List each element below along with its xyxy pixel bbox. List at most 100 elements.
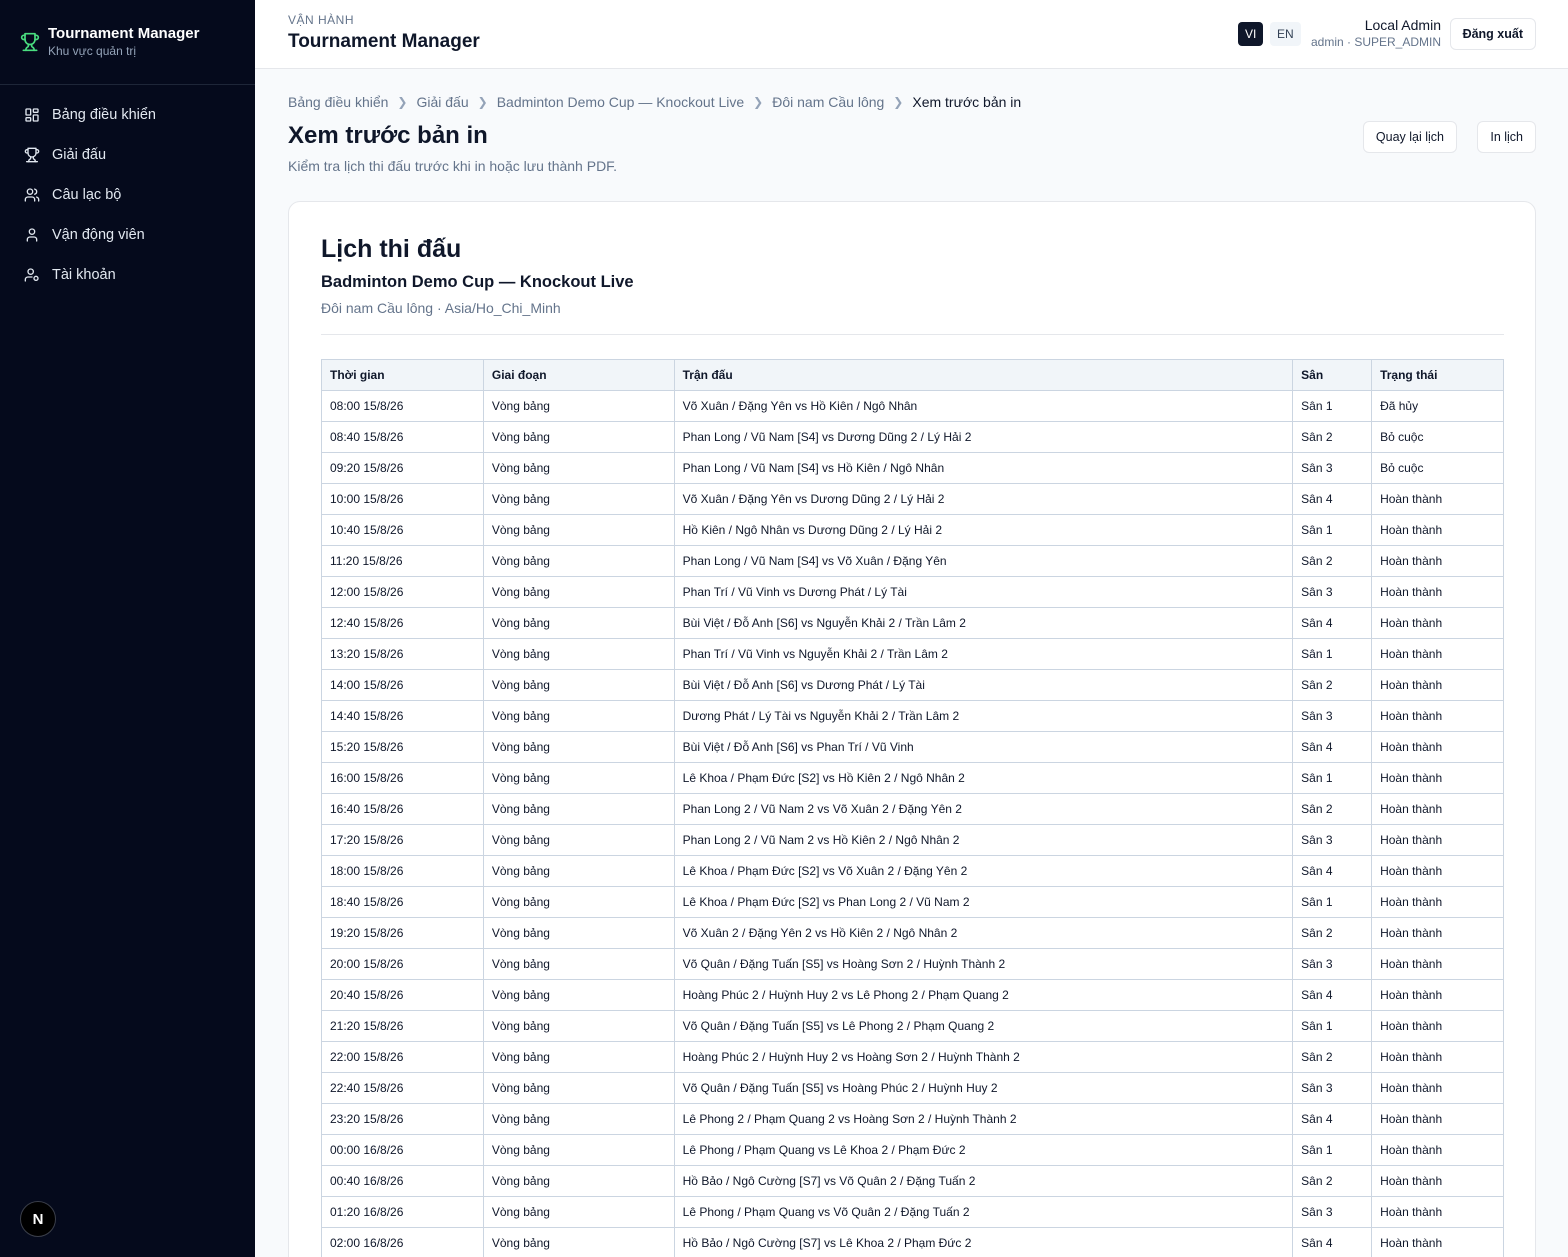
print-schedule-button[interactable]: In lịch (1477, 121, 1536, 153)
breadcrumb-event[interactable]: Đôi nam Cầu lông (772, 94, 884, 110)
cell-time: 20:00 15/8/26 (321, 948, 484, 980)
breadcrumb-dashboard[interactable]: Bảng điều khiển (288, 94, 388, 110)
column-header-time: Thời gian (321, 359, 484, 391)
sidebar-item-athletes[interactable]: Vận động viên (0, 215, 255, 255)
cell-court: Sân 1 (1292, 1134, 1373, 1166)
cell-time: 12:00 15/8/26 (321, 576, 484, 608)
breadcrumb-tournament[interactable]: Badminton Demo Cup — Knockout Live (497, 94, 744, 110)
cell-court: Sân 1 (1292, 762, 1373, 794)
cell-court: Sân 3 (1292, 1072, 1373, 1104)
breadcrumb-tournaments[interactable]: Giải đấu (416, 94, 468, 110)
cell-stage: Vòng bảng (482, 514, 675, 546)
cell-court: Sân 3 (1292, 824, 1373, 856)
cell-status: Hoàn thành (1371, 1010, 1504, 1042)
cell-status: Đã hủy (1371, 390, 1504, 422)
lang-en-button[interactable]: EN (1270, 22, 1301, 46)
cell-match: Phan Long 2 / Vũ Nam 2 vs Võ Xuân 2 / Đặ… (673, 793, 1294, 825)
chevron-right-icon: ❯ (753, 95, 764, 109)
cell-court: Sân 4 (1292, 979, 1373, 1011)
cell-match: Phan Trí / Vũ Vinh vs Dương Phát / Lý Tà… (673, 576, 1294, 608)
cell-status: Hoàn thành (1371, 1072, 1504, 1104)
table-row: 12:00 15/8/26 Vòng bảng Phan Trí / Vũ Vinh… (321, 576, 1504, 608)
cell-status: Hoàn thành (1371, 886, 1504, 918)
cell-match: Hoàng Phúc 2 / Huỳnh Huy 2 vs Hoàng Sơn … (673, 1041, 1294, 1073)
schedule-table: Thời gian Giai đoạn Trận đấu Sân Trạng t… (321, 359, 1504, 1257)
table-row: 20:00 15/8/26 Vòng bảng Võ Quân / Đặng Tuấ… (321, 948, 1504, 980)
table-row: 02:00 16/8/26 Vòng bảng Hồ Bảo / Ngô Cường… (321, 1227, 1504, 1257)
sidebar-item-accounts[interactable]: Tài khoản (0, 255, 255, 295)
cell-time: 17:20 15/8/26 (321, 824, 484, 856)
table-row: 21:20 15/8/26 Vòng bảng Võ Quân / Đặng Tuấ… (321, 1010, 1504, 1042)
cell-stage: Vòng bảng (482, 1165, 675, 1197)
sidebar-item-dashboard[interactable]: Bảng điều khiển (0, 95, 255, 135)
cell-stage: Vòng bảng (482, 824, 675, 856)
cell-court: Sân 2 (1292, 545, 1373, 577)
cell-time: 18:00 15/8/26 (321, 855, 484, 887)
cell-stage: Vòng bảng (482, 979, 675, 1011)
header-eyebrow: VẬN HÀNH (288, 13, 355, 27)
cell-stage: Vòng bảng (482, 948, 675, 980)
cell-court: Sân 4 (1292, 1103, 1373, 1135)
cell-match: Võ Xuân / Đặng Yên vs Hồ Kiên / Ngô Nhân (673, 390, 1294, 422)
cell-status: Hoàn thành (1371, 669, 1504, 701)
table-row: 14:00 15/8/26 Vòng bảng Bùi Việt / Đỗ Anh … (321, 669, 1504, 701)
cell-stage: Vòng bảng (482, 545, 675, 577)
cell-match: Hồ Bảo / Ngô Cường [S7] vs Võ Quân 2 / Đ… (673, 1165, 1294, 1197)
trophy-icon (24, 147, 40, 163)
cell-stage: Vòng bảng (482, 390, 675, 422)
trophy-icon (20, 32, 40, 52)
cell-stage: Vòng bảng (482, 607, 675, 639)
cell-match: Phan Long / Vũ Nam [S4] vs Võ Xuân / Đặn… (673, 545, 1294, 577)
cell-status: Hoàn thành (1371, 1196, 1504, 1228)
cell-status: Hoàn thành (1371, 1041, 1504, 1073)
cell-stage: Vòng bảng (482, 700, 675, 732)
column-header-court: Sân (1292, 359, 1373, 391)
cell-status: Hoàn thành (1371, 576, 1504, 608)
sidebar-nav: Bảng điều khiển Giải đấu Câu lạc bộ Vận … (0, 85, 255, 295)
cell-time: 12:40 15/8/26 (321, 607, 484, 639)
user-info: Local Admin admin · SUPER_ADMIN (1311, 17, 1441, 49)
sidebar-item-label: Giải đấu (52, 147, 107, 163)
user-role: admin · SUPER_ADMIN (1310, 35, 1441, 49)
column-header-stage: Giai đoạn (482, 359, 675, 391)
page-title: Xem trước bản in (288, 122, 488, 149)
cell-time: 22:40 15/8/26 (321, 1072, 484, 1104)
cell-time: 14:00 15/8/26 (321, 669, 484, 701)
table-row: 16:40 15/8/26 Vòng bảng Phan Long 2 / Vũ N… (321, 793, 1504, 825)
table-row: 22:00 15/8/26 Vòng bảng Hoàng Phúc 2 / Huỳ… (321, 1041, 1504, 1073)
cell-stage: Vòng bảng (482, 576, 675, 608)
cell-status: Hoàn thành (1371, 700, 1504, 732)
logout-button[interactable]: Đăng xuất (1449, 18, 1536, 50)
user-cog-icon (24, 268, 39, 282)
cell-court: Sân 3 (1292, 1196, 1373, 1228)
cell-time: 22:00 15/8/26 (321, 1041, 484, 1073)
cell-time: 19:20 15/8/26 (321, 917, 484, 949)
cell-match: Bùi Việt / Đỗ Anh [S6] vs Phan Trí / Vũ … (673, 731, 1294, 763)
sidebar-item-tournaments[interactable]: Giải đấu (0, 135, 255, 175)
sidebar-item-clubs[interactable]: Câu lạc bộ (0, 175, 255, 215)
back-to-schedule-button[interactable]: Quay lại lịch (1362, 121, 1457, 153)
cell-time: 20:40 15/8/26 (321, 979, 484, 1011)
user-icon (26, 228, 38, 242)
cell-stage: Vòng bảng (482, 1010, 675, 1042)
cell-match: Võ Xuân 2 / Đặng Yên 2 vs Hồ Kiên 2 / Ng… (673, 917, 1294, 949)
cell-status: Hoàn thành (1371, 793, 1504, 825)
sidebar-item-label: Câu lạc bộ (52, 187, 122, 203)
cell-court: Sân 1 (1292, 638, 1373, 670)
table-row: 13:20 15/8/26 Vòng bảng Phan Trí / Vũ Vinh… (321, 638, 1504, 670)
cell-time: 23:20 15/8/26 (321, 1103, 484, 1135)
cell-status: Hoàn thành (1371, 824, 1504, 856)
app-badge[interactable]: N (20, 1201, 56, 1237)
sidebar-item-label: Bảng điều khiển (52, 107, 156, 123)
lang-vi-button[interactable]: VI (1238, 22, 1264, 46)
cell-court: Sân 2 (1292, 917, 1373, 949)
cell-stage: Vòng bảng (482, 669, 675, 701)
brand[interactable]: Tournament Manager Khu vực quản trị (0, 0, 255, 85)
brand-title: Tournament Manager (48, 25, 200, 42)
sidebar-item-label: Vận động viên (52, 227, 145, 243)
cell-court: Sân 2 (1292, 793, 1373, 825)
table-row: 11:20 15/8/26 Vòng bảng Phan Long / Vũ Nam… (321, 545, 1504, 577)
cell-time: 00:00 16/8/26 (321, 1134, 484, 1166)
cell-match: Lê Phong / Phạm Quang vs Võ Quân 2 / Đặn… (673, 1196, 1294, 1228)
table-row: 09:20 15/8/26 Vòng bảng Phan Long / Vũ Nam… (321, 452, 1504, 484)
